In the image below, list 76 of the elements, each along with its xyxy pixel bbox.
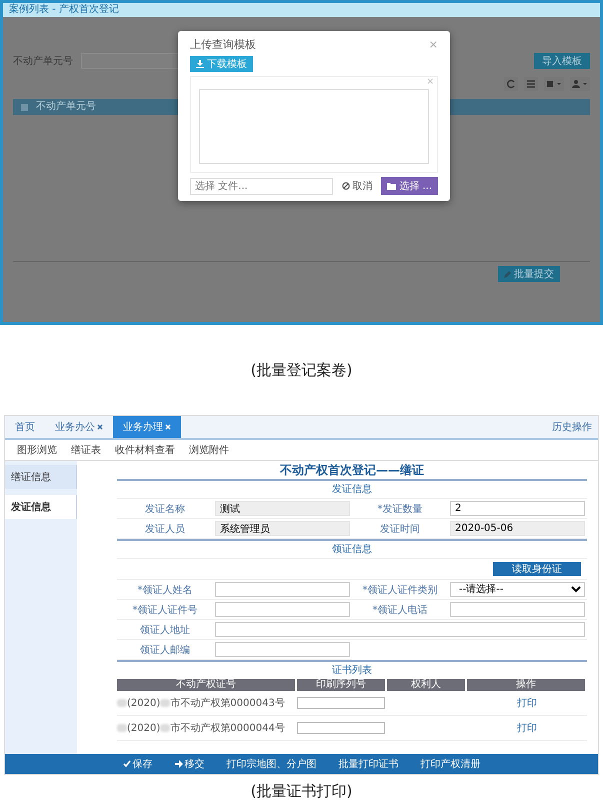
action-button[interactable]: 移交	[174, 757, 204, 771]
blurred-area	[117, 699, 127, 707]
column-header: 不动产单元号	[36, 100, 96, 114]
window-title: 案例列表 - 产权首次登记	[3, 3, 600, 17]
batch-submit-button[interactable]: 批量提交	[498, 266, 560, 282]
sidebar-item[interactable]: 发证信息	[5, 495, 77, 519]
action-button[interactable]: 打印产权清册	[420, 757, 480, 771]
sidebar-item[interactable]: 缮证信息	[5, 465, 77, 489]
browse-button[interactable]: 选择 ...	[381, 177, 438, 195]
download-template-button[interactable]: 下载模板	[190, 56, 253, 72]
column-header: 权利人	[387, 679, 467, 691]
user-dropdown-icon[interactable]	[570, 77, 590, 91]
action-button[interactable]: 打印宗地图、分户图	[226, 757, 316, 771]
sub-tab[interactable]: 图形浏览	[17, 443, 57, 457]
tab[interactable]: 首页	[5, 416, 45, 438]
input-field[interactable]	[215, 622, 585, 637]
file-name-field[interactable]: 选择 文件...	[190, 178, 334, 194]
blurred-area	[160, 724, 170, 732]
input-field[interactable]: 2020-05-06	[450, 521, 585, 536]
section-title: 领证信息	[117, 541, 587, 559]
checkbox-icon[interactable]	[21, 104, 28, 110]
field-label: *领证人证件类别	[352, 580, 448, 600]
print-link[interactable]: 打印	[517, 696, 537, 710]
field-label: *领证人证件号	[117, 600, 213, 620]
check-icon	[122, 760, 130, 768]
column-header: 印刷序列号	[297, 679, 387, 691]
field-label: *发证数量	[352, 499, 448, 519]
print-link[interactable]: 打印	[517, 721, 537, 735]
section-title: 发证信息	[117, 481, 587, 499]
download-icon	[196, 60, 204, 68]
blurred-area	[117, 724, 127, 732]
input-field[interactable]	[215, 642, 350, 657]
sub-tab[interactable]: 缮证表	[71, 443, 101, 457]
import-button[interactable]: 导入模板	[534, 53, 590, 69]
caption: (批量证书打印)	[250, 782, 352, 801]
sub-tab[interactable]: 收件材料查看	[115, 443, 175, 457]
tab[interactable]: 业务办公	[45, 416, 113, 438]
table-cell-text: 市不动产权第0000043号	[170, 696, 285, 710]
input-field[interactable]: 测试	[215, 501, 350, 516]
folder-icon	[387, 182, 396, 190]
dropdown[interactable]: --请选择--	[450, 582, 585, 597]
input-field[interactable]: 2	[450, 501, 585, 516]
table-cell: (2020)	[127, 722, 160, 734]
tab[interactable]: 业务办理	[113, 416, 181, 438]
table-cell: (2020)	[127, 698, 160, 708]
field-label: 发证名称	[117, 499, 213, 519]
input-field[interactable]	[297, 722, 385, 734]
caption: (批量登记案卷)	[250, 360, 352, 380]
field-label: 领证人邮编	[117, 640, 213, 660]
action-button[interactable]: 保存	[122, 757, 152, 771]
pencil-icon	[504, 270, 511, 278]
field-label: 发证人员	[117, 519, 213, 539]
input-field[interactable]	[297, 697, 385, 709]
close-icon[interactable]	[97, 424, 103, 430]
input-field[interactable]	[215, 582, 350, 597]
history-link[interactable]: 历史操作	[546, 416, 598, 438]
field-label: 发证时间	[352, 519, 448, 539]
field-label: 不动产单元号	[13, 54, 73, 68]
blurred-area	[160, 699, 170, 707]
field-label: *领证人电话	[352, 600, 448, 620]
ban-icon	[342, 182, 350, 190]
column-header: 操作	[467, 679, 587, 691]
read-id-card-button[interactable]: 读取身份证	[493, 562, 581, 576]
action-button[interactable]: 批量打印证书	[338, 757, 398, 771]
input-field[interactable]	[215, 602, 350, 617]
form-title: 不动产权首次登记——缮证	[117, 461, 587, 481]
sub-tab[interactable]: 浏览附件	[189, 443, 229, 457]
field-label: 领证人地址	[117, 620, 213, 640]
field-label: *领证人姓名	[117, 580, 213, 600]
input-field[interactable]	[450, 602, 585, 617]
arrow-right-icon	[174, 760, 182, 768]
dialog-title: 上传查询模板	[190, 37, 256, 52]
table-cell-text: 市不动产权第0000044号	[170, 722, 285, 735]
column-header: 不动产权证号	[117, 679, 297, 691]
section-title: 证书列表	[331, 664, 373, 678]
input-field[interactable]: 系统管理员	[215, 521, 350, 536]
